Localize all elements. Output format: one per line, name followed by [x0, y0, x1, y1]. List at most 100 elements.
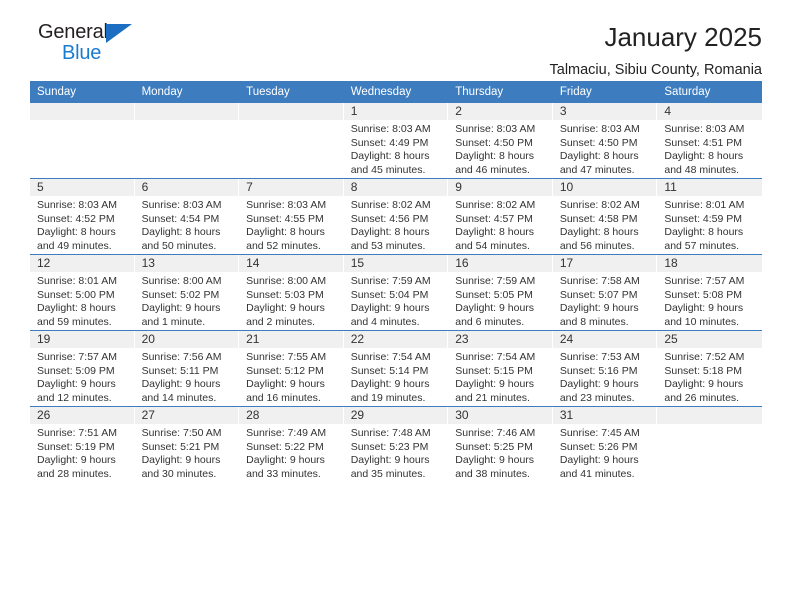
day-details: Sunrise: 8:03 AM Sunset: 4:49 PM Daylight:…	[344, 120, 449, 177]
day-number: 24	[552, 331, 658, 348]
daylight-text-line2: and 6 minutes.	[455, 315, 525, 328]
day-details: Sunrise: 8:02 AM Sunset: 4:58 PM Daylight:…	[553, 196, 658, 253]
calendar-day-cell[interactable]: 23 Sunrise: 7:54 AM Sunset: 5:15 PM Dayligh…	[448, 330, 553, 407]
calendar-day-cell[interactable]: 26 Sunrise: 7:51 AM Sunset: 5:19 PM Dayligh…	[30, 406, 135, 482]
calendar-day-cell[interactable]: 12 Sunrise: 8:01 AM Sunset: 5:00 PM Dayligh…	[30, 254, 135, 331]
calendar-day-cell[interactable]: 6 Sunrise: 8:03 AM Sunset: 4:54 PM Daylight…	[134, 178, 240, 255]
daylight-text-line1: Daylight: 9 hours	[141, 378, 221, 390]
daylight-text-line2: and 21 minutes.	[455, 391, 530, 404]
daylight-text-line1: Daylight: 9 hours	[559, 302, 639, 314]
daylight-text-line1: Daylight: 8 hours	[246, 226, 325, 238]
calendar-day-cell[interactable]: 4 Sunrise: 8:03 AM Sunset: 4:51 PM Daylight…	[657, 103, 762, 179]
day-number: 27	[134, 407, 240, 424]
daylight-text-line2: and 48 minutes.	[664, 163, 740, 176]
calendar-day-cell[interactable]: 7 Sunrise: 8:03 AM Sunset: 4:55 PM Daylight…	[239, 178, 344, 255]
calendar-day-cell[interactable]: 25 Sunrise: 7:52 AM Sunset: 5:18 PM Dayligh…	[657, 330, 762, 407]
sunrise-text: Sunrise: 7:57 AM	[37, 351, 117, 363]
daylight-text-line2: and 26 minutes.	[664, 391, 740, 404]
calendar-day-cell-empty	[657, 406, 762, 482]
calendar-day-cell[interactable]: 15 Sunrise: 7:59 AM Sunset: 5:04 PM Dayligh…	[343, 254, 449, 331]
calendar-day-cell[interactable]: 31 Sunrise: 7:45 AM Sunset: 5:26 PM Dayligh…	[552, 406, 658, 482]
sunrise-text: Sunrise: 8:03 AM	[141, 199, 222, 211]
calendar-day-cell[interactable]: 20 Sunrise: 7:56 AM Sunset: 5:11 PM Dayligh…	[134, 330, 240, 407]
sunset-text: Sunset: 4:50 PM	[455, 136, 533, 149]
sunrise-text: Sunrise: 8:00 AM	[141, 275, 222, 287]
weekday-header-saturday: Saturday	[657, 81, 762, 103]
sunrise-text: Sunrise: 7:50 AM	[141, 427, 222, 439]
weekday-header-thursday: Thursday	[448, 81, 553, 103]
daylight-text-line2: and 50 minutes.	[141, 239, 217, 252]
daylight-text-line1: Daylight: 9 hours	[559, 454, 639, 466]
sunrise-text: Sunrise: 8:03 AM	[37, 199, 117, 211]
calendar-day-cell[interactable]: 3 Sunrise: 8:03 AM Sunset: 4:50 PM Daylight…	[552, 103, 658, 179]
generalblue-logo: General Blue	[30, 22, 150, 68]
sunrise-text: Sunrise: 7:51 AM	[37, 427, 117, 439]
day-number: 3	[552, 103, 658, 120]
calendar-day-cell[interactable]: 28 Sunrise: 7:49 AM Sunset: 5:22 PM Dayligh…	[239, 406, 344, 482]
calendar-day-cell[interactable]: 19 Sunrise: 7:57 AM Sunset: 5:09 PM Dayligh…	[30, 330, 135, 407]
daylight-text-line1: Daylight: 9 hours	[246, 454, 325, 466]
calendar-day-cell[interactable]: 11 Sunrise: 8:01 AM Sunset: 4:59 PM Dayligh…	[657, 178, 762, 255]
daylight-text-line1: Daylight: 9 hours	[37, 454, 116, 466]
daylight-text-line2: and 12 minutes.	[37, 391, 112, 404]
sunset-text: Sunset: 4:57 PM	[455, 212, 533, 225]
sunset-text: Sunset: 5:02 PM	[141, 288, 220, 301]
calendar-day-cell[interactable]: 10 Sunrise: 8:02 AM Sunset: 4:58 PM Dayligh…	[552, 178, 658, 255]
daylight-text-line2: and 59 minutes.	[37, 315, 112, 328]
calendar-day-cell[interactable]: 9 Sunrise: 8:02 AM Sunset: 4:57 PM Daylight…	[448, 178, 553, 255]
calendar-day-cell[interactable]: 16 Sunrise: 7:59 AM Sunset: 5:05 PM Dayligh…	[448, 254, 553, 331]
day-number: 23	[448, 331, 553, 348]
day-number: 18	[657, 255, 762, 272]
day-details: Sunrise: 7:57 AM Sunset: 5:08 PM Daylight:…	[657, 272, 762, 329]
calendar-day-cell[interactable]: 14 Sunrise: 8:00 AM Sunset: 5:03 PM Dayligh…	[239, 254, 344, 331]
calendar-day-cell[interactable]: 30 Sunrise: 7:46 AM Sunset: 5:25 PM Dayligh…	[448, 406, 553, 482]
calendar-day-cell[interactable]: 2 Sunrise: 8:03 AM Sunset: 4:50 PM Daylight…	[448, 103, 553, 179]
calendar-day-cell[interactable]: 1 Sunrise: 8:03 AM Sunset: 4:49 PM Daylight…	[343, 103, 449, 179]
sunrise-text: Sunrise: 8:02 AM	[559, 199, 640, 211]
calendar-day-cell-empty	[134, 103, 240, 179]
daylight-text-line1: Daylight: 8 hours	[559, 226, 639, 238]
day-details: Sunrise: 7:46 AM Sunset: 5:25 PM Daylight:…	[448, 424, 553, 481]
calendar-day-cell[interactable]: 5 Sunrise: 8:03 AM Sunset: 4:52 PM Daylight…	[30, 178, 135, 255]
day-number: 4	[657, 103, 762, 120]
daylight-text-line2: and 8 minutes.	[559, 315, 629, 328]
calendar-day-cell[interactable]: 27 Sunrise: 7:50 AM Sunset: 5:21 PM Dayligh…	[134, 406, 240, 482]
day-number: 28	[239, 407, 344, 424]
daylight-text-line2: and 19 minutes.	[350, 391, 426, 404]
sunset-text: Sunset: 4:54 PM	[141, 212, 220, 225]
day-details: Sunrise: 8:01 AM Sunset: 5:00 PM Daylight:…	[30, 272, 135, 329]
daylight-text-line2: and 47 minutes.	[559, 163, 635, 176]
sunset-text: Sunset: 5:23 PM	[350, 440, 429, 453]
calendar-day-cell[interactable]: 21 Sunrise: 7:55 AM Sunset: 5:12 PM Dayligh…	[239, 330, 344, 407]
day-details: Sunrise: 7:49 AM Sunset: 5:22 PM Daylight:…	[239, 424, 344, 481]
daylight-text-line2: and 41 minutes.	[559, 467, 635, 480]
daylight-text-line1: Daylight: 8 hours	[664, 150, 744, 162]
sunset-text: Sunset: 5:03 PM	[246, 288, 324, 301]
daylight-text-line1: Daylight: 8 hours	[37, 302, 116, 314]
daylight-text-line1: Daylight: 8 hours	[141, 226, 221, 238]
sunset-text: Sunset: 4:49 PM	[350, 136, 429, 149]
calendar-day-cell[interactable]: 8 Sunrise: 8:02 AM Sunset: 4:56 PM Daylight…	[343, 178, 449, 255]
daylight-text-line1: Daylight: 9 hours	[455, 302, 535, 314]
daylight-text-line1: Daylight: 9 hours	[246, 378, 325, 390]
day-number: 20	[134, 331, 240, 348]
daylight-text-line1: Daylight: 9 hours	[350, 454, 430, 466]
sunset-text: Sunset: 5:15 PM	[455, 364, 533, 377]
sunset-text: Sunset: 5:21 PM	[141, 440, 220, 453]
daylight-text-line1: Daylight: 8 hours	[559, 150, 639, 162]
day-number: 14	[239, 255, 344, 272]
sunrise-text: Sunrise: 8:02 AM	[350, 199, 431, 211]
calendar-day-cell[interactable]: 29 Sunrise: 7:48 AM Sunset: 5:23 PM Dayligh…	[343, 406, 449, 482]
calendar-day-cell[interactable]: 18 Sunrise: 7:57 AM Sunset: 5:08 PM Dayligh…	[657, 254, 762, 331]
calendar-day-cell[interactable]: 24 Sunrise: 7:53 AM Sunset: 5:16 PM Dayligh…	[552, 330, 658, 407]
calendar-day-cell[interactable]: 22 Sunrise: 7:54 AM Sunset: 5:14 PM Dayligh…	[343, 330, 449, 407]
daylight-text-line1: Daylight: 9 hours	[455, 454, 535, 466]
calendar-day-cell[interactable]: 13 Sunrise: 8:00 AM Sunset: 5:02 PM Dayligh…	[134, 254, 240, 331]
day-details: Sunrise: 8:03 AM Sunset: 4:51 PM Daylight:…	[657, 120, 762, 177]
calendar-day-cell[interactable]: 17 Sunrise: 7:58 AM Sunset: 5:07 PM Dayligh…	[552, 254, 658, 331]
day-number: 7	[239, 179, 344, 196]
sunrise-text: Sunrise: 7:52 AM	[664, 351, 745, 363]
day-number: 15	[343, 255, 449, 272]
day-details: Sunrise: 8:02 AM Sunset: 4:57 PM Daylight:…	[448, 196, 553, 253]
sunrise-text: Sunrise: 8:01 AM	[664, 199, 745, 211]
